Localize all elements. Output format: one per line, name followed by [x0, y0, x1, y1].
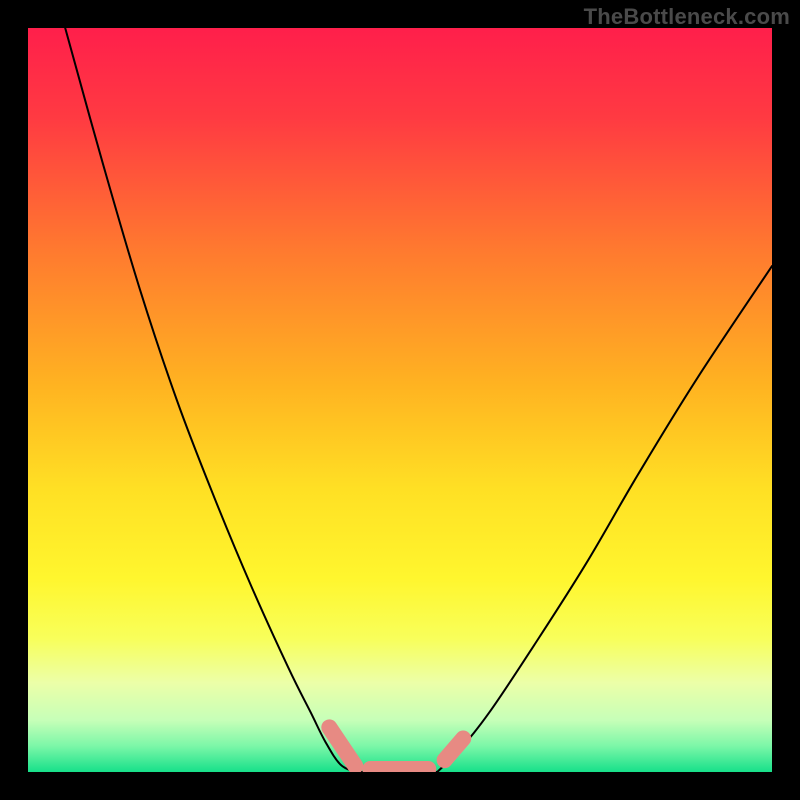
- chart-svg: [28, 28, 772, 772]
- chart-frame: TheBottleneck.com: [0, 0, 800, 800]
- watermark-text: TheBottleneck.com: [584, 4, 790, 30]
- plot-area: [28, 28, 772, 772]
- gradient-background: [28, 28, 772, 772]
